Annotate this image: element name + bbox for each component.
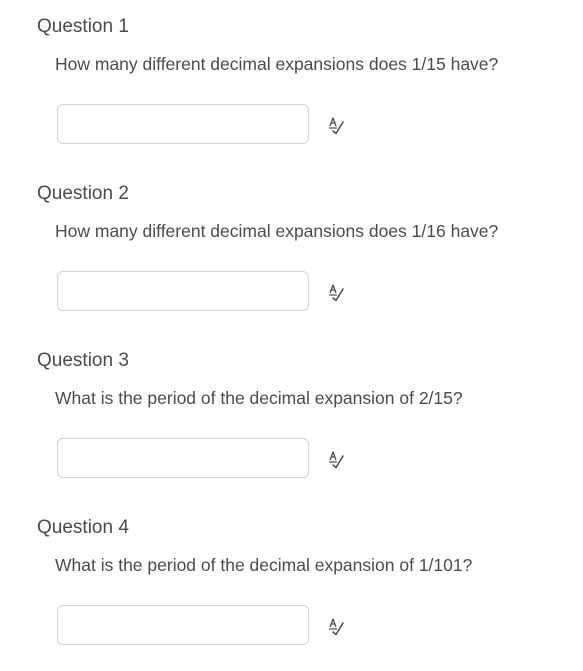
spellcheck-icon[interactable] [326,616,346,636]
spellcheck-icon[interactable] [326,115,346,135]
question-2: Question 2 How many different decimal ex… [0,167,583,334]
answer-input[interactable] [57,271,309,311]
question-title: Question 2 [37,183,129,204]
spellcheck-icon[interactable] [326,282,346,302]
question-1: Question 1 How many different decimal ex… [0,0,583,167]
question-text: What is the period of the decimal expans… [55,388,463,408]
question-text: What is the period of the decimal expans… [55,555,473,575]
question-title: Question 4 [37,517,129,538]
question-text: How many different decimal expansions do… [55,54,499,74]
spellcheck-icon[interactable] [326,449,346,469]
answer-input[interactable] [57,605,309,645]
question-title: Question 3 [37,350,129,371]
question-3: Question 3 What is the period of the dec… [0,334,583,501]
question-title: Question 1 [37,16,129,37]
question-text: How many different decimal expansions do… [55,221,499,241]
answer-input[interactable] [57,438,309,478]
question-4: Question 4 What is the period of the dec… [0,501,583,668]
answer-input[interactable] [57,104,309,144]
